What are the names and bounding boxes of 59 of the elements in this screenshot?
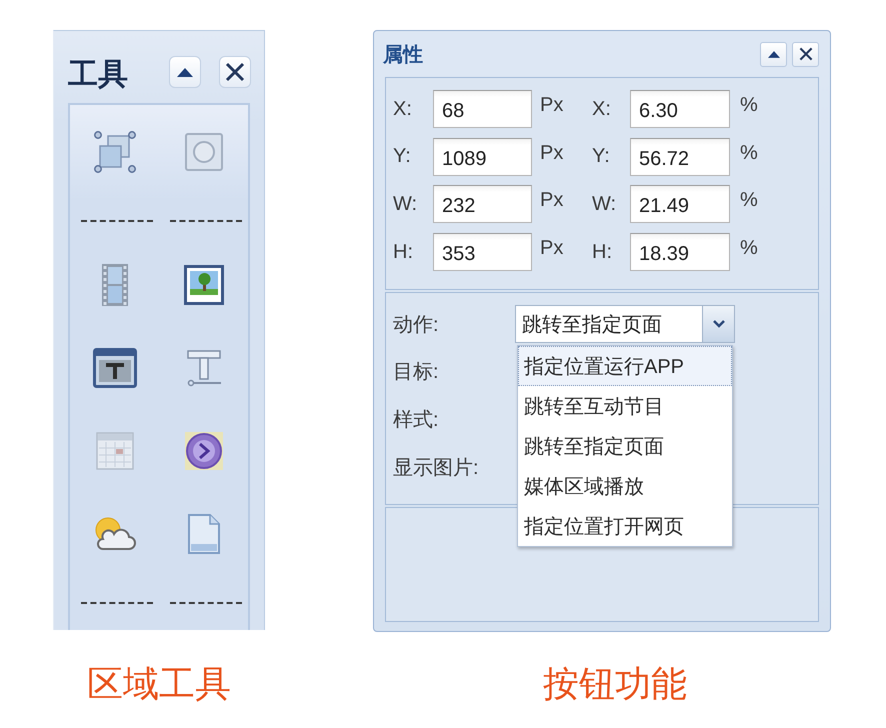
unit-label: Px xyxy=(539,93,564,117)
dropdown-option[interactable]: 指定位置运行APP xyxy=(518,346,732,386)
dropdown-option[interactable]: 指定位置打开网页 xyxy=(518,506,732,546)
dropdown-option[interactable]: 跳转至指定页面 xyxy=(518,426,732,466)
field-label: W: xyxy=(393,192,418,216)
dropdown-option[interactable]: 跳转至互动节目 xyxy=(518,386,732,426)
film-strip-icon xyxy=(100,262,128,306)
sun-cloud-icon xyxy=(92,514,136,552)
field-label: H: xyxy=(393,240,414,264)
caption-text: 区域工具 xyxy=(87,662,231,706)
unit-label: % xyxy=(739,93,759,117)
unit-label: Px xyxy=(539,188,564,212)
field-label: 动作: xyxy=(393,312,440,338)
close-button[interactable] xyxy=(219,56,251,88)
picture-icon xyxy=(184,264,224,304)
dropdown-arrow-button[interactable] xyxy=(702,306,734,342)
field-label: Y: xyxy=(393,145,412,168)
unit-label: % xyxy=(739,236,759,260)
field-label: H: xyxy=(592,240,613,264)
input-field[interactable]: 1089 xyxy=(433,138,532,176)
field-label: X: xyxy=(592,98,612,120)
input-field[interactable]: 68 xyxy=(433,90,532,128)
text-box-tool-button[interactable] xyxy=(90,346,138,390)
image-tool-button[interactable] xyxy=(182,262,226,306)
field-label: W: xyxy=(592,192,618,216)
input-field[interactable]: 353 xyxy=(433,233,532,272)
field-label: Y: xyxy=(592,145,611,168)
chevron-down-icon xyxy=(712,320,724,328)
close-icon xyxy=(798,47,812,61)
field-label: X: xyxy=(393,98,413,120)
field-label: 显示图片: xyxy=(393,456,480,481)
unit-label: % xyxy=(739,188,759,212)
up-triangle-icon xyxy=(177,68,193,76)
unit-label: Px xyxy=(539,140,564,165)
calendar-icon xyxy=(96,432,134,470)
panel-title: 工具 xyxy=(68,56,128,92)
clock-icon xyxy=(184,430,224,470)
input-field[interactable]: 18.39 xyxy=(630,233,730,272)
text-box-icon xyxy=(92,348,136,388)
group-select-icon xyxy=(92,130,136,174)
input-field[interactable]: 232 xyxy=(433,185,532,224)
unit-label: Px xyxy=(539,236,564,260)
document-icon xyxy=(186,512,220,554)
input-field[interactable]: 21.49 xyxy=(630,185,730,224)
collapse-button[interactable] xyxy=(169,56,201,88)
caption-text: 按钮功能 xyxy=(543,662,687,706)
close-icon xyxy=(225,62,245,82)
panel-title: 属性 xyxy=(383,42,423,68)
input-field[interactable]: 56.72 xyxy=(630,138,730,176)
action-dropdown[interactable]: 跳转至指定页面 xyxy=(515,305,735,343)
dropdown-option[interactable]: 媒体区域播放 xyxy=(518,466,732,506)
field-label: 样式: xyxy=(393,408,440,433)
input-field[interactable]: 6.30 xyxy=(630,90,730,128)
up-triangle-icon xyxy=(768,50,780,58)
field-label: 目标: xyxy=(393,360,440,386)
collapse-button[interactable] xyxy=(760,42,787,66)
close-button[interactable] xyxy=(792,42,819,66)
circle-in-square-icon xyxy=(184,132,224,172)
unit-label: % xyxy=(739,140,759,165)
